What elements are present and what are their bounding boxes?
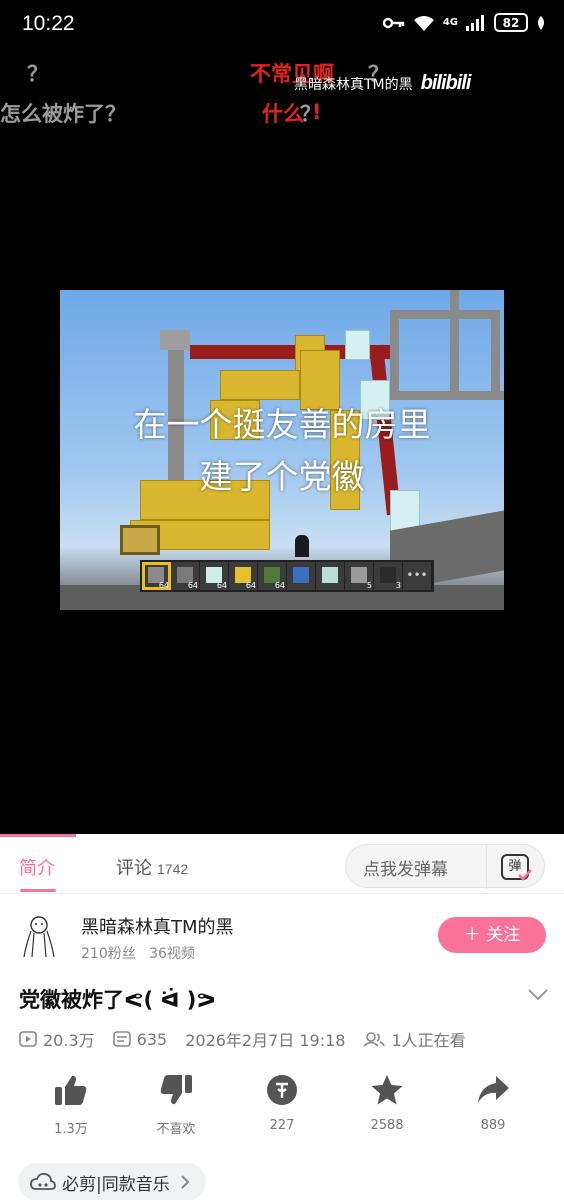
music-chip[interactable]: 必剪|同款音乐 <box>18 1163 206 1200</box>
network-type: 4G <box>442 17 458 28</box>
favorite-button[interactable]: 2588 <box>347 1074 427 1133</box>
dislike-button[interactable]: 不喜欢 <box>136 1074 216 1137</box>
watermark-author: 黑暗森林真TM的黑 <box>294 76 413 93</box>
leaf-icon <box>538 15 544 30</box>
status-bar: 10:22 4G 82 <box>0 0 564 50</box>
hotbar-count: 64 <box>245 581 256 590</box>
wifi-icon <box>413 15 434 31</box>
hotbar-count: 64 <box>274 581 285 590</box>
thumbs-up-icon <box>55 1075 87 1105</box>
thumbs-down-icon <box>160 1075 192 1105</box>
share-icon <box>478 1076 509 1103</box>
play-count-icon <box>19 1031 37 1047</box>
status-time: 10:22 <box>22 12 75 35</box>
uploader-row: 黑暗森林真TM的黑 210粉丝 36视频 ＋ 关注 <box>0 909 564 965</box>
like-count: 1.3万 <box>54 1122 88 1137</box>
follow-button[interactable]: ＋ 关注 <box>438 917 546 953</box>
tab-underline <box>20 889 56 892</box>
video-progress-bar[interactable] <box>0 834 77 837</box>
hotbar-count: 64 <box>187 581 198 590</box>
hotbar-more-button: ••• <box>403 562 432 590</box>
like-button[interactable]: 1.3万 <box>31 1074 111 1137</box>
signal-icon <box>466 14 484 31</box>
tab-comments-label: 评论 <box>116 858 152 878</box>
danmaku-comment: 什么 <box>262 102 304 126</box>
coin-count: 227 <box>269 1118 295 1133</box>
tab-comments[interactable]: 评论 1742 <box>116 854 188 880</box>
divider <box>486 845 487 889</box>
chevron-down-icon[interactable] <box>527 988 549 1002</box>
detail-tabs: 简介 评论 1742 点我发弹幕 弹 <box>0 834 564 894</box>
danmaku-input[interactable]: 点我发弹幕 弹 <box>345 844 545 889</box>
hotbar-slot: 3 <box>374 562 403 590</box>
hotbar-slot: 64 <box>142 562 171 590</box>
minecraft-hotbar: 64 64 64 64 64 5 3 ••• <box>140 560 434 592</box>
viewers-icon <box>363 1032 386 1047</box>
hotbar-count: 3 <box>395 581 401 590</box>
video-count: 36视频 <box>149 946 195 962</box>
hotbar-slot: 64 <box>200 562 229 590</box>
music-label: 必剪|同款音乐 <box>62 1174 170 1195</box>
hotbar-slot: 64 <box>171 562 200 590</box>
tab-intro[interactable]: 简介 <box>19 854 55 880</box>
coin-button[interactable]: 227 <box>242 1074 322 1133</box>
danmaku-input-placeholder: 点我发弹幕 <box>363 860 448 880</box>
video-subtitle-line-1: 在一个挺友善的房里 <box>133 405 431 444</box>
star-icon <box>371 1075 403 1105</box>
hotbar-count: 5 <box>366 581 372 590</box>
tab-comments-count: 1742 <box>157 861 189 877</box>
hotbar-slot <box>287 562 316 590</box>
video-meta: 20.3万 635 2026年2月7日 19:18 1人正在看 <box>19 1027 466 1051</box>
action-bar: 1.3万 不喜欢 227 2588 889 <box>0 1074 564 1144</box>
hotbar-slot: 5 <box>345 562 374 590</box>
uploader-name[interactable]: 黑暗森林真TM的黑 <box>81 913 234 939</box>
danmaku-count-icon <box>112 1031 131 1047</box>
hotbar-slot: 64 <box>229 562 258 590</box>
hotbar-slot: 64 <box>258 562 287 590</box>
video-player[interactable]: 在一个挺友善的房里 建了个党徽 64 64 64 64 64 5 3 ••• <box>60 290 504 610</box>
hotbar-count: 64 <box>216 581 227 590</box>
view-count: 20.3万 <box>43 1031 95 1050</box>
uploader-stats: 210粉丝 36视频 <box>81 943 195 963</box>
hotbar-count: 64 <box>158 581 169 590</box>
battery-indicator: 82 <box>494 13 528 32</box>
danmaku-comment: ？ <box>27 62 48 86</box>
video-subtitle-line-2: 建了个党徽 <box>199 457 365 496</box>
share-count: 889 <box>480 1118 506 1133</box>
key-icon <box>382 17 405 28</box>
publish-date: 2026年2月7日 19:18 <box>185 1031 346 1050</box>
check-icon <box>518 869 532 881</box>
share-button[interactable]: 889 <box>453 1074 533 1133</box>
favorite-count: 2588 <box>370 1118 404 1133</box>
bilibili-logo: bilibili <box>420 72 472 94</box>
title-row: 党徽被炸了ᕙ( ᐛ )ᕗ <box>19 984 549 1014</box>
music-cloud-icon <box>30 1172 56 1190</box>
video-detail-panel: 简介 评论 1742 点我发弹幕 弹 黑暗森林真TM的黑 210粉丝 36视频 ＋… <box>0 834 564 1200</box>
danmaku-count: 635 <box>136 1029 168 1049</box>
video-title: 党徽被炸了ᕙ( ᐛ )ᕗ <box>19 988 216 1012</box>
chevron-right-icon <box>181 1175 190 1189</box>
video-watermark: 黑暗森林真TM的黑 bilibili <box>294 72 472 95</box>
danmaku-comment: ! <box>312 100 322 124</box>
danmaku-comment: 怎么被炸了？ <box>0 102 126 126</box>
battery-level: 82 <box>502 15 520 30</box>
dislike-label: 不喜欢 <box>156 1122 196 1137</box>
avatar[interactable] <box>18 911 60 959</box>
hotbar-slot <box>316 562 345 590</box>
follower-count: 210粉丝 <box>81 946 136 962</box>
watching-now: 1人正在看 <box>391 1031 466 1050</box>
coin-icon <box>267 1075 297 1105</box>
status-icons: 4G 82 <box>382 13 546 32</box>
